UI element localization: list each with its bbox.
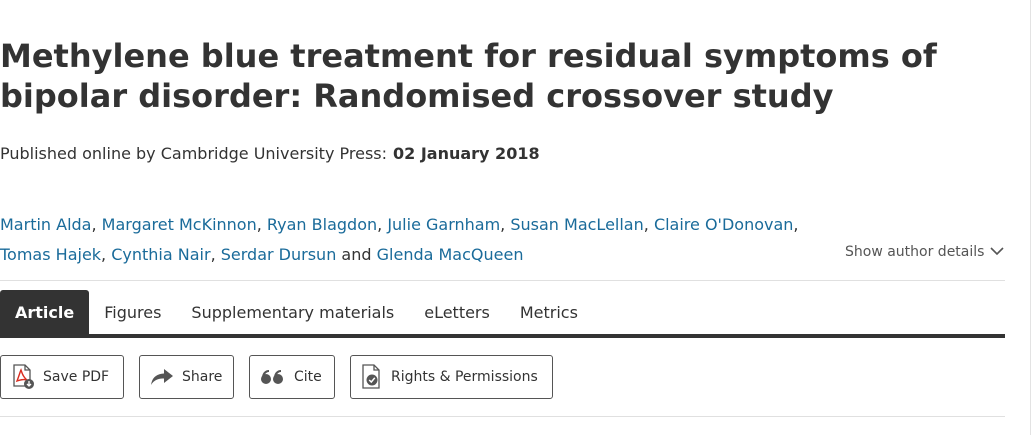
author-separator: , (377, 215, 383, 234)
author-separator: , (643, 215, 649, 234)
page-edge-divider (1030, 0, 1031, 435)
show-author-details-toggle[interactable]: Show author details (845, 244, 1005, 260)
show-author-details-label: Show author details (845, 244, 985, 260)
author-link[interactable]: Claire O'Donovan (654, 215, 793, 234)
tab-figures[interactable]: Figures (89, 290, 176, 334)
author-link[interactable]: Susan MacLellan (510, 215, 643, 234)
tabs-underline-bar (0, 334, 1005, 338)
share-button[interactable]: Share (139, 355, 234, 399)
pdf-icon (11, 364, 35, 390)
author-link[interactable]: Glenda MacQueen (377, 245, 524, 264)
rights-permissions-button[interactable]: Rights & Permissions (350, 355, 553, 399)
rights-permissions-label: Rights & Permissions (391, 369, 538, 385)
author-link[interactable]: Ryan Blagdon (267, 215, 377, 234)
author-link[interactable]: Serdar Dursun (221, 245, 337, 264)
author-separator: , (210, 245, 216, 264)
author-separator: , (101, 245, 107, 264)
author-link[interactable]: Tomas Hajek (0, 245, 101, 264)
author-and: and (341, 245, 372, 264)
author-separator: , (793, 215, 799, 234)
tab-supplementary-materials[interactable]: Supplementary materials (176, 290, 409, 334)
rights-document-icon (361, 364, 383, 390)
tab-metrics[interactable]: Metrics (505, 290, 593, 334)
author-list: Martin Alda, Margaret McKinnon, Ryan Bla… (0, 210, 850, 270)
cite-label: Cite (294, 369, 322, 385)
article-tabs: Article Figures Supplementary materials … (0, 290, 593, 334)
chevron-down-icon (990, 244, 1005, 260)
share-label: Share (182, 369, 223, 385)
tab-eletters[interactable]: eLetters (409, 290, 505, 334)
author-link[interactable]: Martin Alda (0, 215, 91, 234)
author-separator: , (91, 215, 97, 234)
published-date: 02 January 2018 (393, 144, 540, 163)
section-divider (0, 416, 1005, 417)
author-separator: , (500, 215, 506, 234)
author-link[interactable]: Cynthia Nair (111, 245, 210, 264)
save-pdf-label: Save PDF (43, 369, 110, 385)
share-arrow-icon (150, 368, 174, 386)
author-link[interactable]: Margaret McKinnon (102, 215, 257, 234)
quote-icon (260, 369, 286, 385)
article-title: Methylene blue treatment for residual sy… (0, 37, 937, 115)
section-divider (0, 280, 1005, 281)
save-pdf-button[interactable]: Save PDF (0, 355, 124, 399)
published-label: Published online by Cambridge University… (0, 144, 387, 163)
publication-info: Published online by Cambridge University… (0, 144, 540, 163)
cite-button[interactable]: Cite (249, 355, 335, 399)
tab-article[interactable]: Article (0, 290, 90, 334)
author-link[interactable]: Julie Garnham (387, 215, 500, 234)
author-separator: , (256, 215, 262, 234)
